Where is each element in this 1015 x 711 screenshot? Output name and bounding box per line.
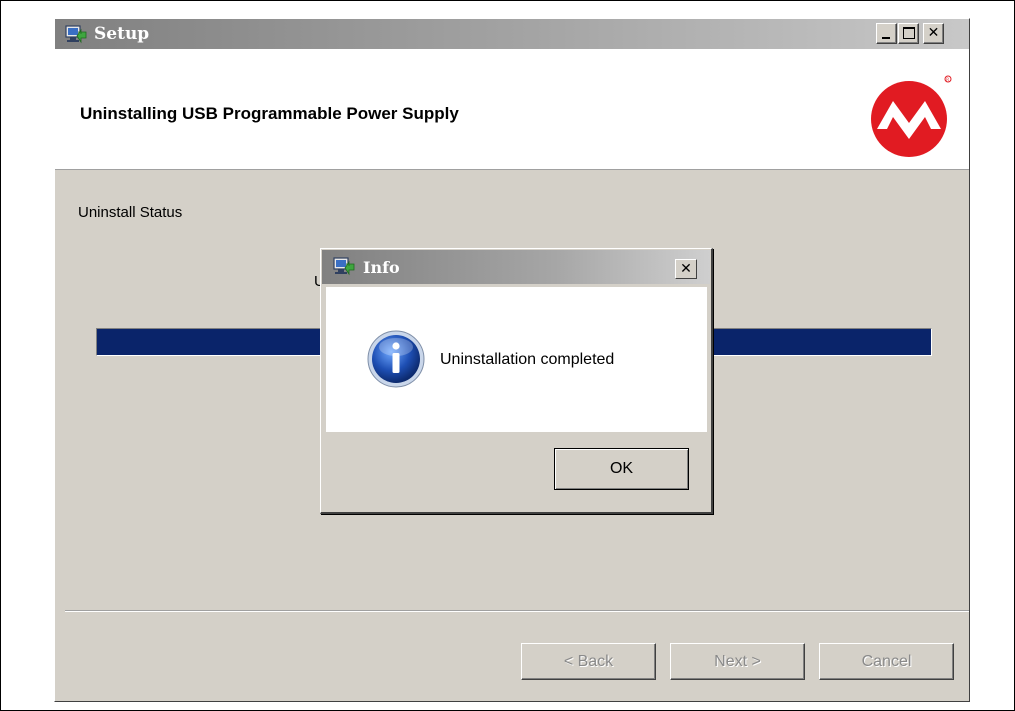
footer-separator-highlight: [65, 611, 969, 612]
minimize-button[interactable]: [876, 23, 897, 44]
info-title: Info: [363, 258, 400, 277]
info-icon: [367, 330, 425, 388]
info-app-icon: [333, 257, 355, 276]
close-icon: ✕: [680, 261, 692, 277]
ok-button[interactable]: OK: [554, 448, 689, 490]
setup-header: Uninstalling USB Programmable Power Supp…: [55, 49, 969, 170]
setup-title: Setup: [94, 24, 150, 44]
info-titlebar[interactable]: Info ✕: [322, 250, 710, 284]
info-message-area: Uninstallation completed: [326, 287, 707, 432]
info-message: Uninstallation completed: [440, 351, 615, 368]
cancel-button-label: Cancel: [861, 652, 912, 670]
setup-titlebar[interactable]: Setup ✕: [55, 19, 969, 49]
back-button-label: < Back: [563, 652, 614, 670]
back-button[interactable]: < Back: [521, 643, 656, 680]
info-dialog: Info ✕ Uninstallation completed OK: [320, 248, 713, 514]
close-icon: ✕: [927, 25, 940, 41]
setup-app-icon: [65, 25, 87, 44]
uninstall-status-label: Uninstall Status: [78, 204, 183, 221]
close-button[interactable]: ✕: [923, 23, 944, 44]
microchip-logo: R: [871, 75, 952, 157]
svg-text:R: R: [946, 77, 949, 82]
ok-button-label: OK: [609, 460, 634, 477]
next-button[interactable]: Next >: [670, 643, 805, 680]
info-close-button[interactable]: ✕: [675, 259, 697, 279]
cancel-button[interactable]: Cancel: [819, 643, 954, 680]
minimize-icon: [882, 37, 890, 39]
maximize-icon: [903, 27, 915, 39]
maximize-button[interactable]: [898, 23, 919, 44]
next-button-label: Next >: [714, 652, 761, 670]
page-title: Uninstalling USB Programmable Power Supp…: [80, 104, 459, 123]
